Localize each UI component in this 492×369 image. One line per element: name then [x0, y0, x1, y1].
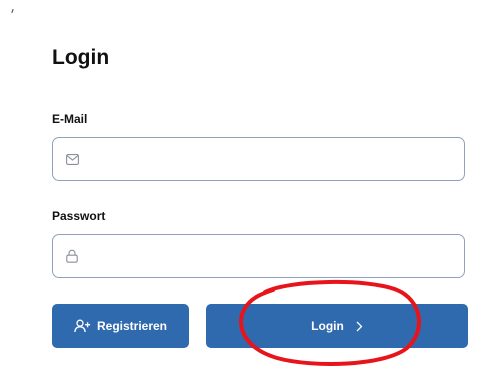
register-button[interactable]: Registrieren — [52, 304, 189, 348]
corner-mark — [11, 8, 14, 14]
email-label: E-Mail — [52, 112, 88, 126]
login-button[interactable]: Login — [206, 304, 468, 348]
password-label: Passwort — [52, 209, 106, 223]
login-button-label: Login — [311, 319, 344, 333]
page-title: Login — [52, 46, 110, 69]
email-input[interactable] — [87, 139, 454, 179]
user-plus-icon — [74, 319, 91, 333]
mail-icon — [65, 152, 79, 166]
password-field[interactable] — [52, 234, 465, 278]
login-page: Login E-Mail Passwort Registrieren Login — [0, 0, 492, 369]
register-button-label: Registrieren — [96, 319, 168, 333]
email-field[interactable] — [52, 137, 465, 181]
password-input[interactable] — [87, 236, 454, 276]
lock-icon — [65, 249, 79, 263]
chevron-right-icon — [356, 321, 363, 332]
